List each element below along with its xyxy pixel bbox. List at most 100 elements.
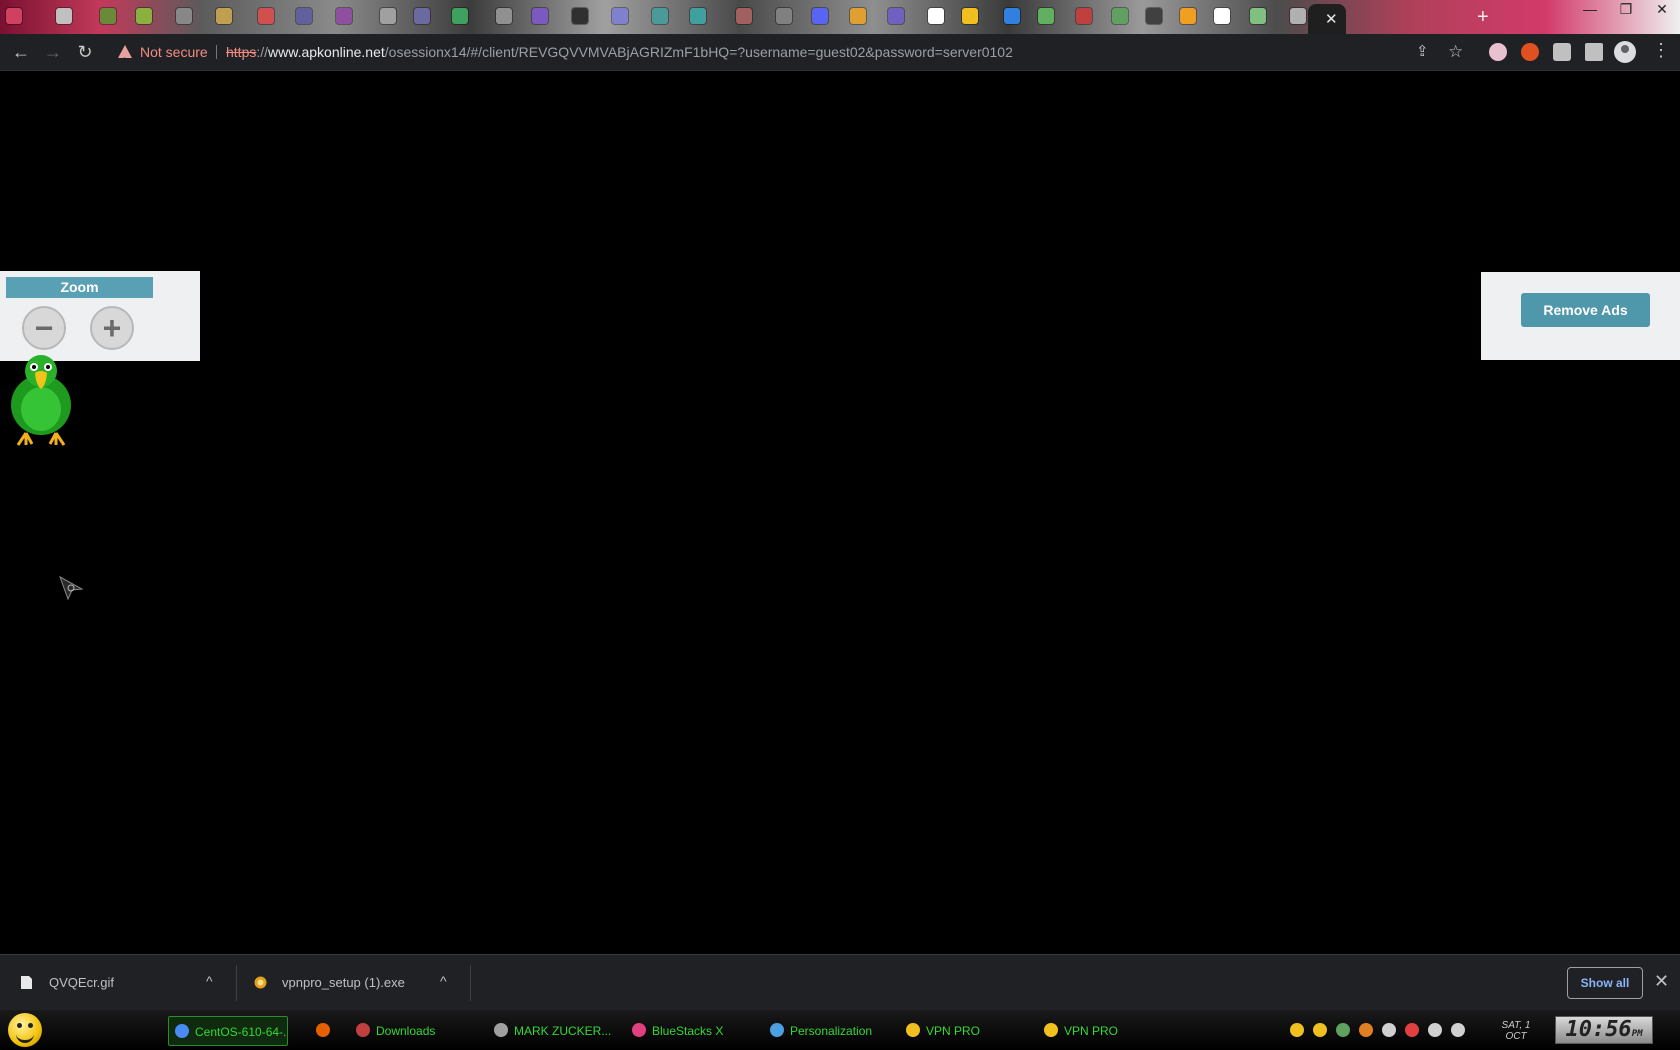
tab-favicon-icon[interactable]	[962, 8, 978, 24]
download-item[interactable]: QVQEcr.gif ^	[0, 955, 236, 1011]
tab-favicon-icon[interactable]	[380, 8, 396, 24]
web-page[interactable]: Zoom − + Remove Ads	[0, 71, 1680, 954]
tab-favicon-icon[interactable]	[1004, 8, 1020, 24]
tab-favicon-icon[interactable]	[928, 8, 944, 24]
tab-favicon-icon[interactable]	[452, 8, 468, 24]
tray-icon[interactable]	[1313, 1023, 1327, 1037]
taskbar-button-label: Personalization	[790, 1024, 873, 1038]
zoom-out-button[interactable]: −	[22, 306, 66, 350]
clock[interactable]: 10:56PM	[1555, 1016, 1653, 1044]
restore-icon[interactable]: ❐	[1608, 0, 1644, 24]
tab-favicon-icon[interactable]	[176, 8, 192, 24]
tab-favicon-icon[interactable]	[336, 8, 352, 24]
tab-favicon-icon[interactable]	[258, 8, 274, 24]
taskbar-button[interactable]	[310, 1016, 344, 1046]
clock-time: 10:56	[1565, 1017, 1632, 1042]
profile-avatar-icon[interactable]	[1614, 41, 1636, 63]
tab-favicon-icon[interactable]	[888, 8, 904, 24]
tab-favicon-icon[interactable]	[1076, 8, 1092, 24]
start-button-smiley-icon[interactable]	[8, 1013, 42, 1047]
tab-favicon-icon[interactable]	[572, 8, 588, 24]
taskbar-button[interactable]: MARK ZUCKER...	[488, 1016, 624, 1046]
taskbar-button[interactable]: CentOS-610-64-...	[168, 1016, 288, 1046]
url-separator: ://	[256, 44, 269, 60]
mouse-cursor-icon	[59, 575, 84, 601]
url-text[interactable]: https://www.apkonline.net/osessionx14/#/…	[226, 37, 1013, 67]
download-filename: QVQEcr.gif	[49, 975, 115, 990]
tab-favicon-icon[interactable]	[850, 8, 866, 24]
tray-icon[interactable]	[1382, 1023, 1396, 1037]
tab-favicon-icon[interactable]	[1112, 8, 1128, 24]
tab-favicon-icon[interactable]	[652, 8, 668, 24]
app-icon	[1044, 1023, 1058, 1037]
zoom-title: Zoom	[6, 277, 153, 298]
tab-favicon-icon[interactable]	[56, 8, 72, 24]
extensions-puzzle-icon[interactable]	[1553, 43, 1571, 61]
taskbar-button[interactable]: Downloads	[350, 1016, 486, 1046]
tray-icon[interactable]	[1405, 1023, 1419, 1037]
date-display[interactable]: SAT, 1 OCT	[1496, 1020, 1536, 1042]
tab-favicons	[0, 6, 1640, 28]
extension-icon-2[interactable]	[1521, 43, 1539, 61]
divider	[470, 965, 471, 1001]
side-panel-icon[interactable]	[1585, 43, 1603, 61]
app-icon	[770, 1023, 784, 1037]
tab-favicon-icon[interactable]	[612, 8, 628, 24]
tab-favicon-icon[interactable]	[812, 8, 828, 24]
active-tab[interactable]: ✕	[1308, 4, 1346, 34]
tray-icon[interactable]	[1428, 1023, 1442, 1037]
tab-favicon-icon[interactable]	[136, 8, 152, 24]
address-bar[interactable]: Not secure https://www.apkonline.net/ose…	[108, 37, 1478, 67]
tab-favicon-icon[interactable]	[496, 8, 512, 24]
tray-icon[interactable]	[1336, 1023, 1350, 1037]
forward-icon[interactable]: →	[40, 39, 66, 65]
download-item[interactable]: vpnpro_setup (1).exe ^	[236, 955, 470, 1011]
bookmark-star-icon[interactable]: ☆	[1448, 37, 1463, 67]
tab-favicon-icon[interactable]	[1146, 8, 1162, 24]
taskbar-button[interactable]: VPN PRO	[1038, 1016, 1174, 1046]
app-icon	[175, 1024, 189, 1038]
tab-favicon-icon[interactable]	[1214, 8, 1230, 24]
remove-ads-button[interactable]: Remove Ads	[1521, 293, 1650, 327]
parrot-mascot-icon[interactable]	[4, 349, 80, 449]
tab-favicon-icon[interactable]	[216, 8, 232, 24]
not-secure-label[interactable]: Not secure	[140, 37, 208, 67]
warning-icon[interactable]	[118, 45, 132, 67]
tray-icon[interactable]	[1451, 1023, 1465, 1037]
taskbar-button-label: VPN PRO	[926, 1024, 981, 1038]
taskbar-button[interactable]: BlueStacks X	[626, 1016, 762, 1046]
tab-favicon-icon[interactable]	[6, 8, 22, 24]
tab-favicon-icon[interactable]	[1250, 8, 1266, 24]
reload-icon[interactable]: ↻	[72, 39, 98, 65]
tab-favicon-icon[interactable]	[1038, 8, 1054, 24]
tab-favicon-icon[interactable]	[296, 8, 312, 24]
tab-favicon-icon[interactable]	[414, 8, 430, 24]
download-filename: vpnpro_setup (1).exe	[282, 975, 405, 990]
downloads-bar: QVQEcr.gif ^ vpnpro_setup (1).exe ^ Show…	[0, 954, 1680, 1011]
tab-favicon-icon[interactable]	[532, 8, 548, 24]
tab-favicon-icon[interactable]	[1180, 8, 1196, 24]
new-tab-button[interactable]: +	[1477, 6, 1489, 29]
tab-favicon-icon[interactable]	[736, 8, 752, 24]
chevron-up-icon[interactable]: ^	[206, 973, 213, 989]
close-downloads-icon[interactable]: ✕	[1654, 971, 1669, 992]
tab-favicon-icon[interactable]	[100, 8, 116, 24]
taskbar-button[interactable]: Personalization	[764, 1016, 900, 1046]
chevron-up-icon[interactable]: ^	[440, 973, 447, 989]
back-icon[interactable]: ←	[8, 39, 34, 65]
tray-icon[interactable]	[1290, 1023, 1304, 1037]
tab-favicon-icon[interactable]	[776, 8, 792, 24]
close-window-icon[interactable]: ✕	[1644, 0, 1680, 24]
close-tab-icon[interactable]: ✕	[1325, 10, 1338, 28]
tab-favicon-icon[interactable]	[690, 8, 706, 24]
tray-icon[interactable]	[1359, 1023, 1373, 1037]
taskbar-button[interactable]: VPN PRO	[900, 1016, 1036, 1046]
zoom-in-button[interactable]: +	[90, 306, 134, 350]
minimize-icon[interactable]: —	[1572, 0, 1608, 24]
extension-icon-1[interactable]	[1489, 43, 1507, 61]
taskbar-button-label: BlueStacks X	[652, 1024, 724, 1038]
show-all-downloads-button[interactable]: Show all	[1567, 967, 1643, 999]
share-icon[interactable]: ⇪	[1416, 37, 1429, 67]
browser-menu-icon[interactable]: ⋮	[1652, 40, 1670, 61]
tab-favicon-icon[interactable]	[1290, 8, 1306, 24]
